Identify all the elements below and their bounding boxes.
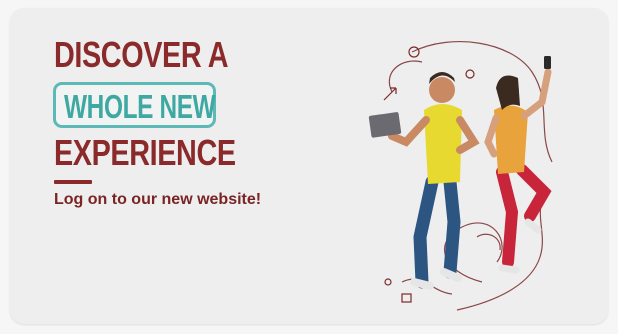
percent-icon xyxy=(408,46,420,58)
gift-icon xyxy=(401,293,412,303)
arrow-icon xyxy=(383,87,397,101)
headline-highlight-text: WHOLE NEW xyxy=(64,88,216,125)
accent-rule xyxy=(54,180,92,184)
laptop-icon xyxy=(368,112,402,138)
promo-illustration xyxy=(368,41,553,311)
headline-line1: DISCOVER A xyxy=(54,34,229,75)
headline-line3: EXPERIENCE xyxy=(54,132,236,173)
headline-highlight-box: WHOLE NEW xyxy=(53,82,216,128)
promo-banner-card[interactable]: DISCOVER A WHOLE NEW EXPERIENCE Log on t… xyxy=(10,8,608,324)
tagline: Log on to our new website! xyxy=(54,191,262,208)
smartphone-icon xyxy=(544,56,551,69)
man-figure xyxy=(368,72,480,290)
woman-figure xyxy=(484,56,552,274)
